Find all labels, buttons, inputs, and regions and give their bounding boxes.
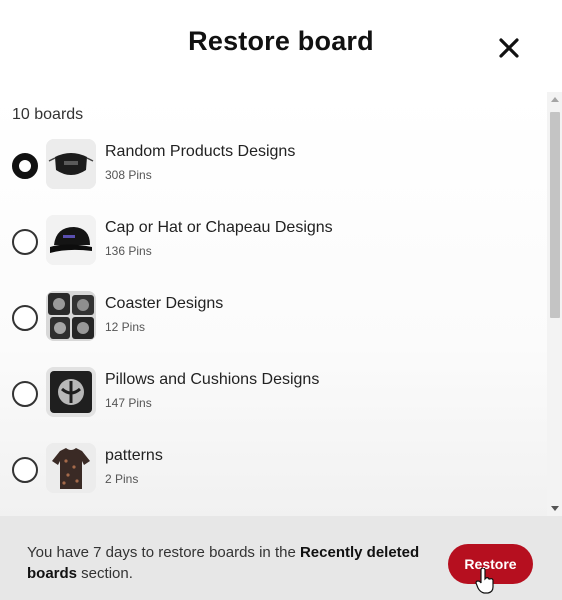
- board-row-pillows-designs[interactable]: Pillows and Cushions Designs 147 Pins: [0, 367, 547, 439]
- coasters-thumbnail-icon: [46, 291, 96, 341]
- radio-selected[interactable]: [12, 153, 38, 179]
- board-row-random-products[interactable]: Random Products Designs 308 Pins: [0, 139, 547, 211]
- board-row-coaster-designs[interactable]: Coaster Designs 12 Pins: [0, 291, 547, 363]
- board-thumbnail: [46, 139, 96, 189]
- scroll-down-button[interactable]: [547, 502, 562, 516]
- modal-header: Restore board: [0, 0, 562, 92]
- board-pin-count: 147 Pins: [105, 396, 152, 410]
- board-thumbnail: [46, 367, 96, 417]
- board-name: Coaster Designs: [105, 295, 224, 312]
- scroll-down-arrow-icon: [550, 506, 559, 511]
- board-pin-count: 12 Pins: [105, 320, 146, 334]
- tshirt-thumbnail-icon: [46, 443, 96, 493]
- board-pin-count: 2 Pins: [105, 472, 139, 486]
- restore-board-modal: Restore board 10 boards Random Products …: [0, 0, 562, 600]
- board-thumbnail: [46, 443, 96, 493]
- list-scrollbar[interactable]: [547, 92, 562, 516]
- radio-unselected[interactable]: [12, 305, 38, 331]
- board-name: Pillows and Cushions Designs: [105, 371, 320, 388]
- board-pin-count: 136 Pins: [105, 244, 152, 258]
- scroll-up-button[interactable]: [547, 92, 562, 106]
- board-count: 10 boards: [12, 106, 84, 123]
- board-name: patterns: [105, 447, 163, 464]
- board-name: Random Products Designs: [105, 143, 296, 160]
- info-text-suffix: section.: [77, 565, 133, 582]
- face-mask-thumbnail-icon: [46, 139, 96, 189]
- scroll-up-arrow-icon: [550, 97, 559, 102]
- modal-title: Restore board: [188, 26, 374, 56]
- info-text-prefix: You have 7 days to restore boards in the: [27, 544, 300, 561]
- restore-info-text: You have 7 days to restore boards in the…: [27, 542, 427, 584]
- radio-unselected[interactable]: [12, 381, 38, 407]
- cap-thumbnail-icon: [46, 215, 96, 265]
- board-name: Cap or Hat or Chapeau Designs: [105, 219, 333, 236]
- close-button[interactable]: [494, 33, 524, 63]
- pillow-thumbnail-icon: [46, 367, 96, 417]
- scrollbar-thumb[interactable]: [550, 112, 560, 318]
- radio-unselected[interactable]: [12, 457, 38, 483]
- radio-unselected[interactable]: [12, 229, 38, 255]
- board-row-patterns[interactable]: patterns 2 Pins: [0, 443, 547, 515]
- board-thumbnail: [46, 215, 96, 265]
- hand-pointer-cursor-icon: [475, 568, 494, 594]
- board-list: 10 boards Random Products Designs 308 Pi…: [0, 92, 547, 516]
- board-pin-count: 308 Pins: [105, 168, 152, 182]
- board-row-cap-designs[interactable]: Cap or Hat or Chapeau Designs 136 Pins: [0, 215, 547, 287]
- board-thumbnail: [46, 291, 96, 341]
- close-icon: [499, 38, 519, 58]
